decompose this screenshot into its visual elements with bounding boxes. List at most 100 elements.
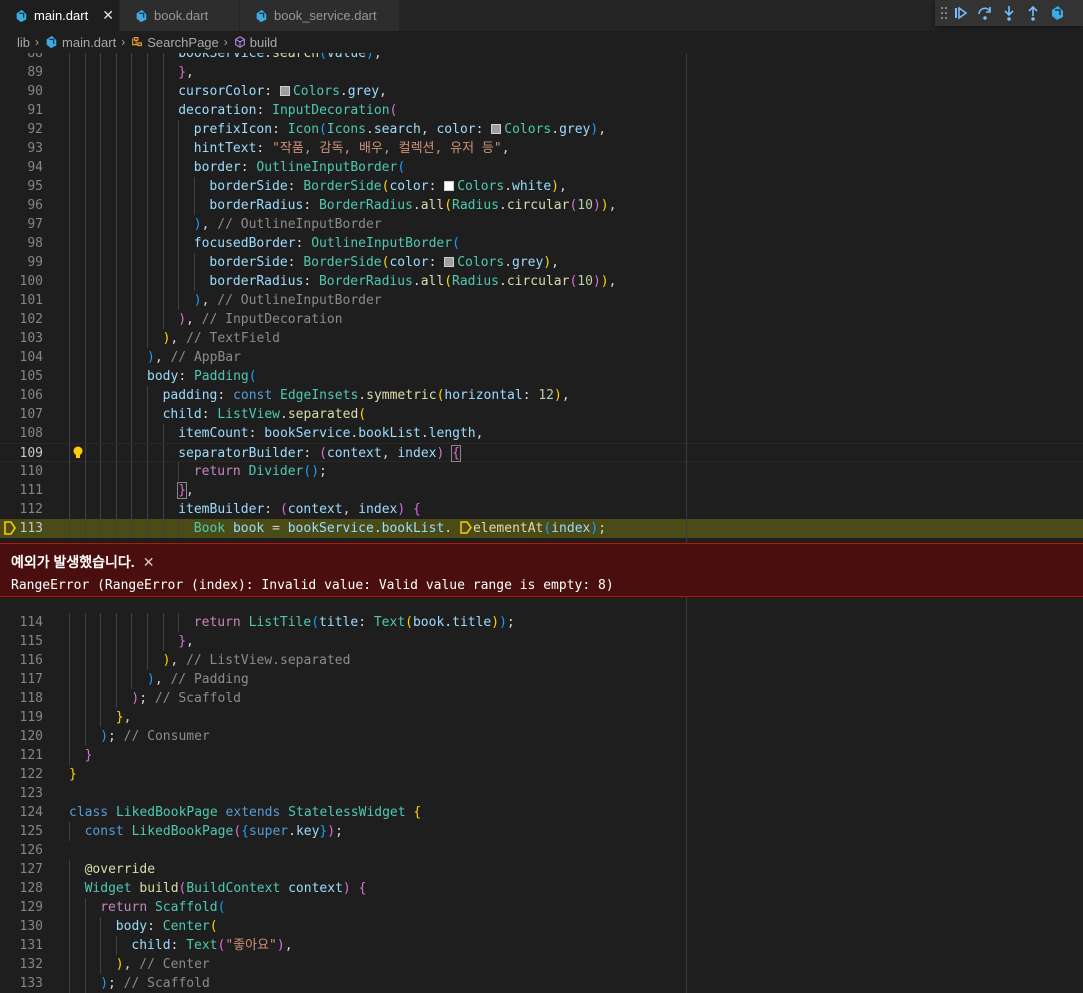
code-line[interactable]: 103), // TextField xyxy=(0,329,1083,348)
tab-book-service-dart[interactable]: book_service.dart xyxy=(240,0,400,31)
indent-guide xyxy=(131,481,133,500)
code-line[interactable]: 130 body: Center( xyxy=(0,917,1083,936)
exception-close-icon[interactable]: ✕ xyxy=(143,554,155,571)
code-line[interactable]: 110 return Divider(); xyxy=(0,462,1083,481)
breadcrumb-item-lib[interactable]: lib xyxy=(17,35,30,50)
tab-main-dart[interactable]: main.dart ✕ xyxy=(0,0,120,31)
code-line[interactable]: 115}, xyxy=(0,632,1083,651)
code-token: value xyxy=(326,53,367,61)
code-line[interactable]: 98 focusedBorder: OutlineInputBorder( xyxy=(0,234,1083,253)
code-line[interactable]: 96 borderRadius: BorderRadius.all(Radius.… xyxy=(0,196,1083,215)
indent-guide xyxy=(115,500,117,519)
code-line[interactable]: 117), // Padding xyxy=(0,670,1083,689)
step-out-icon[interactable] xyxy=(1021,1,1045,25)
editor-ruler xyxy=(686,53,687,993)
code-line[interactable]: 102), // InputDecoration xyxy=(0,310,1083,329)
continue-icon[interactable] xyxy=(949,1,973,25)
code-token: index xyxy=(397,446,437,461)
code-line[interactable]: 119}, xyxy=(0,708,1083,727)
code-line[interactable]: 112 itemBuilder: (context, index) { xyxy=(0,500,1083,519)
breadcrumb-item-searchpage[interactable]: SearchPage xyxy=(130,35,219,50)
grip-icon[interactable] xyxy=(939,1,949,25)
code-line[interactable]: 108 itemCount: bookService.bookList.lengt… xyxy=(0,424,1083,443)
code-line[interactable]: 99 borderSide: BorderSide(color: Colors.g… xyxy=(0,253,1083,272)
indent-guide xyxy=(115,519,117,538)
indent-guide xyxy=(131,158,133,177)
code-token: Icon xyxy=(287,122,320,137)
code-line[interactable]: 116), // ListView.separated xyxy=(0,651,1083,670)
editor-tab-bar: main.dart ✕ book.dart book_service.dart xyxy=(0,0,1083,31)
breakpoint-arrow-icon[interactable] xyxy=(4,521,16,535)
step-over-icon[interactable] xyxy=(973,1,997,25)
code-line[interactable]: 104), // AppBar xyxy=(0,348,1083,367)
line-number: 126 xyxy=(19,843,43,858)
code-line[interactable]: 128 Widget build(BuildContext context) { xyxy=(0,879,1083,898)
exception-message: RangeError (RangeError (index): Invalid … xyxy=(11,578,614,593)
code-line[interactable]: 92 prefixIcon: Icon(Icons.search, color: … xyxy=(0,120,1083,139)
code-line[interactable]: 91 decoration: InputDecoration( xyxy=(0,101,1083,120)
indent-guide xyxy=(100,424,102,443)
indent-guide xyxy=(100,234,102,253)
dart-icon[interactable] xyxy=(1045,1,1069,25)
code-line[interactable]: 122} xyxy=(0,765,1083,784)
code-line[interactable]: 129 return Scaffold( xyxy=(0,898,1083,917)
code-text: }, xyxy=(178,65,194,80)
indent-guide xyxy=(69,481,70,500)
lightbulb-icon[interactable] xyxy=(72,446,84,460)
code-line[interactable]: 118); // Scaffold xyxy=(0,689,1083,708)
code-line[interactable]: 106 padding: const EdgeInsets.symmetric(h… xyxy=(0,386,1083,405)
code-line[interactable]: 114 return ListTile(title: Text(book.titl… xyxy=(0,613,1083,632)
indent-guide xyxy=(100,936,102,955)
code-token: @override xyxy=(84,862,156,877)
indent-guide xyxy=(178,139,180,158)
code-line[interactable]: 88 bookService.search(value); xyxy=(0,53,1083,63)
code-token: // InputDecoration xyxy=(201,312,343,327)
indent-guide xyxy=(100,708,102,727)
indent-guide xyxy=(115,444,117,463)
code-line[interactable]: 123 xyxy=(0,784,1083,803)
indent-guide xyxy=(131,253,133,272)
code-token: borderRadius xyxy=(209,198,304,213)
code-line[interactable]: 126 xyxy=(0,841,1083,860)
code-line[interactable]: 120); // Consumer xyxy=(0,727,1083,746)
code-line[interactable]: 94 border: OutlineInputBorder( xyxy=(0,158,1083,177)
code-token: ) xyxy=(100,729,109,744)
code-line[interactable]: 127 @override xyxy=(0,860,1083,879)
code-line[interactable]: 133); // Scaffold xyxy=(0,974,1083,993)
code-line[interactable]: 97), // OutlineInputBorder xyxy=(0,215,1083,234)
indent-guide xyxy=(131,120,133,139)
code-line[interactable]: 131 child: Text("좋아요"), xyxy=(0,936,1083,955)
code-line[interactable]: 105 body: Padding( xyxy=(0,367,1083,386)
breadcrumb-item-build[interactable]: build xyxy=(233,35,277,50)
class-symbol-icon xyxy=(132,37,143,47)
breadcrumb-item-main-dart[interactable]: main.dart xyxy=(44,35,116,50)
code-line[interactable]: 107 child: ListView.separated( xyxy=(0,405,1083,424)
indent-guide xyxy=(162,613,164,632)
line-number: 118 xyxy=(19,691,43,706)
code-line[interactable]: 100 borderRadius: BorderRadius.all(Radius… xyxy=(0,272,1083,291)
code-line[interactable]: 125 const LikedBookPage({super.key}); xyxy=(0,822,1083,841)
indent-guide xyxy=(178,613,180,632)
code-line[interactable]: 121} xyxy=(0,746,1083,765)
code-line[interactable]: 109 separatorBuilder: (context, index) { xyxy=(0,443,1083,463)
code-line[interactable]: 95 borderSide: BorderSide(color: Colors.w… xyxy=(0,177,1083,196)
code-line[interactable]: 90 cursorColor: Colors.grey, xyxy=(0,82,1083,101)
tab-close-icon[interactable]: ✕ xyxy=(102,7,114,24)
code-editor[interactable]: 88 bookService.search(value); 89}, 90 cursor… xyxy=(0,53,1083,993)
code-text: itemBuilder: (context, index) { xyxy=(178,502,421,517)
code-token: Colors xyxy=(457,179,505,194)
indent-guide xyxy=(100,651,102,670)
code-line[interactable]: 111}, xyxy=(0,481,1083,500)
code-line[interactable]: 89}, xyxy=(0,63,1083,82)
code-line[interactable]: 113 Book book = bookService.bookList. ele… xyxy=(0,519,1083,538)
code-line[interactable]: 93 hintText: "작품, 감독, 배우, 컬렉션, 유저 등", xyxy=(0,139,1083,158)
code-line[interactable]: 124 class LikedBookPage extends Stateless… xyxy=(0,803,1083,822)
code-token: ( xyxy=(452,236,460,251)
tab-book-dart[interactable]: book.dart xyxy=(120,0,240,31)
code-line[interactable]: 101), // OutlineInputBorder xyxy=(0,291,1083,310)
step-into-icon[interactable] xyxy=(997,1,1021,25)
code-token: ) xyxy=(327,824,336,839)
indent-guide xyxy=(178,177,180,196)
line-number: 130 xyxy=(19,919,43,934)
code-line[interactable]: 132), // Center xyxy=(0,955,1083,974)
